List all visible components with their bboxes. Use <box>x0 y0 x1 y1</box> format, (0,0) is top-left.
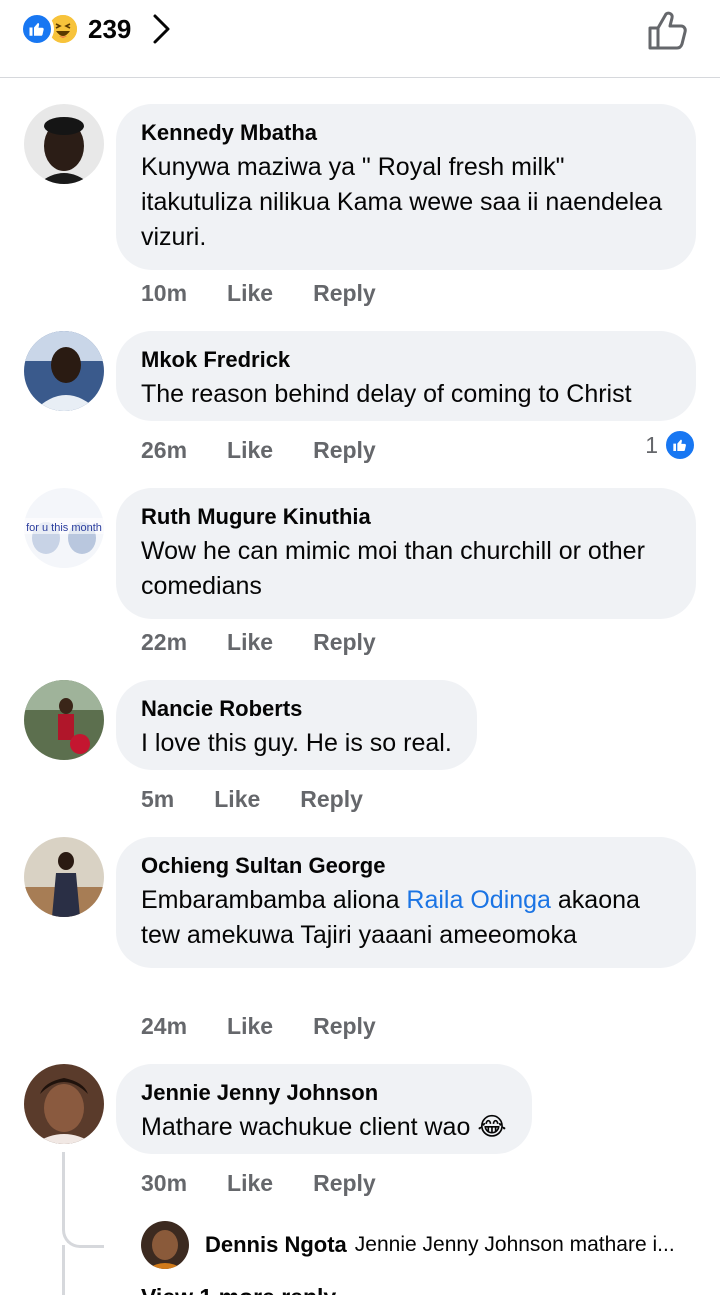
reactions-summary[interactable]: 239 <box>20 10 175 48</box>
reply-button[interactable]: Reply <box>313 1013 376 1040</box>
comment-text: Kunywa maziwa ya " Royal fresh milk" ita… <box>141 153 663 251</box>
avatar-caption: for u this month <box>26 522 102 534</box>
like-reaction-icon <box>20 12 54 46</box>
comment-bubble[interactable]: Nancie Roberts I love this guy. He is so… <box>116 680 477 770</box>
comment-time[interactable]: 10m <box>141 280 187 307</box>
comment-text-part: Mathare wachukue client wao <box>141 1113 471 1141</box>
comment-bubble[interactable]: Jennie Jenny Johnson Mathare wachukue cl… <box>116 1064 532 1154</box>
comment-author[interactable]: Ruth Mugure Kinuthia <box>141 504 671 530</box>
reply-button[interactable]: Reply <box>313 1170 376 1197</box>
comment-time[interactable]: 5m <box>141 786 174 813</box>
reaction-count: 239 <box>88 13 132 44</box>
reaction-count-text: 1 <box>645 431 658 458</box>
like-button[interactable]: Like <box>227 1013 273 1040</box>
reactions-bar: 239 <box>0 0 720 78</box>
avatar[interactable] <box>24 104 104 184</box>
comment-text: The reason behind delay of coming to Chr… <box>141 380 632 408</box>
comment-author[interactable]: Kennedy Mbatha <box>141 120 671 146</box>
like-button[interactable]: Like <box>227 437 273 464</box>
view-more-replies-link[interactable]: View 1 more reply <box>141 1284 336 1295</box>
comment-author[interactable]: Jennie Jenny Johnson <box>141 1080 507 1106</box>
comment-actions: 22m Like Reply <box>141 629 376 656</box>
like-reaction-icon <box>664 429 696 461</box>
comment-text: Mathare wachukue client wao 😂 <box>141 1110 507 1145</box>
comment-author[interactable]: Nancie Roberts <box>141 696 452 722</box>
comment-reaction-count[interactable]: 1 <box>645 429 696 461</box>
like-button[interactable]: Like <box>214 786 260 813</box>
comment-actions: 24m Like Reply <box>141 1013 376 1040</box>
comment-author[interactable]: Mkok Fredrick <box>141 347 671 373</box>
chevron-right-icon[interactable] <box>151 12 175 46</box>
like-button[interactable]: Like <box>227 280 273 307</box>
comment-author[interactable]: Ochieng Sultan George <box>141 853 671 879</box>
avatar[interactable] <box>141 1221 189 1269</box>
like-button[interactable]: Like <box>227 1170 273 1197</box>
comment-text: I love this guy. He is so real. <box>141 729 452 757</box>
comment-text: Wow he can mimic moi than churchill or o… <box>141 537 645 600</box>
thumbs-up-outline-icon[interactable] <box>646 8 690 52</box>
reply-button[interactable]: Reply <box>313 437 376 464</box>
comment-actions: 30m Like Reply <box>141 1170 376 1197</box>
reply-button[interactable]: Reply <box>313 280 376 307</box>
comment-time[interactable]: 26m <box>141 437 187 464</box>
comment-actions: 5m Like Reply <box>141 786 363 813</box>
comment-actions: 26m Like Reply <box>141 437 376 464</box>
comment-time[interactable]: 24m <box>141 1013 187 1040</box>
comment-text: Embarambamba aliona Raila Odinga akaona … <box>141 883 661 953</box>
comment-bubble[interactable]: Kennedy Mbatha Kunywa maziwa ya " Royal … <box>116 104 696 270</box>
comment-time[interactable]: 30m <box>141 1170 187 1197</box>
comment-time[interactable]: 22m <box>141 629 187 656</box>
reply-button[interactable]: Reply <box>300 786 363 813</box>
avatar[interactable] <box>24 1064 104 1144</box>
avatar[interactable] <box>24 331 104 411</box>
comment-bubble[interactable]: Ruth Mugure Kinuthia Wow he can mimic mo… <box>116 488 696 619</box>
thread-connector <box>62 1245 65 1295</box>
reply-preview[interactable]: Dennis Ngota Jennie Jenny Johnson mathar… <box>141 1220 701 1270</box>
emoji: 😂 <box>477 1113 507 1141</box>
avatar[interactable]: for u this month <box>24 488 104 568</box>
like-button[interactable]: Like <box>227 629 273 656</box>
reply-snippet: Jennie Jenny Johnson mathare i... <box>354 1233 675 1256</box>
reply-button[interactable]: Reply <box>313 629 376 656</box>
comment-text-part: Embarambamba aliona <box>141 886 407 914</box>
thread-connector <box>62 1152 104 1248</box>
comment-actions: 10m Like Reply <box>141 280 376 307</box>
comment-bubble[interactable]: Mkok Fredrick The reason behind delay of… <box>116 331 696 421</box>
mention-link[interactable]: Raila Odinga <box>406 886 551 914</box>
avatar[interactable] <box>24 837 104 917</box>
reply-author[interactable]: Dennis Ngota <box>205 1232 347 1258</box>
comment-bubble[interactable]: Ochieng Sultan George Embarambamba alion… <box>116 837 696 968</box>
avatar[interactable] <box>24 680 104 760</box>
